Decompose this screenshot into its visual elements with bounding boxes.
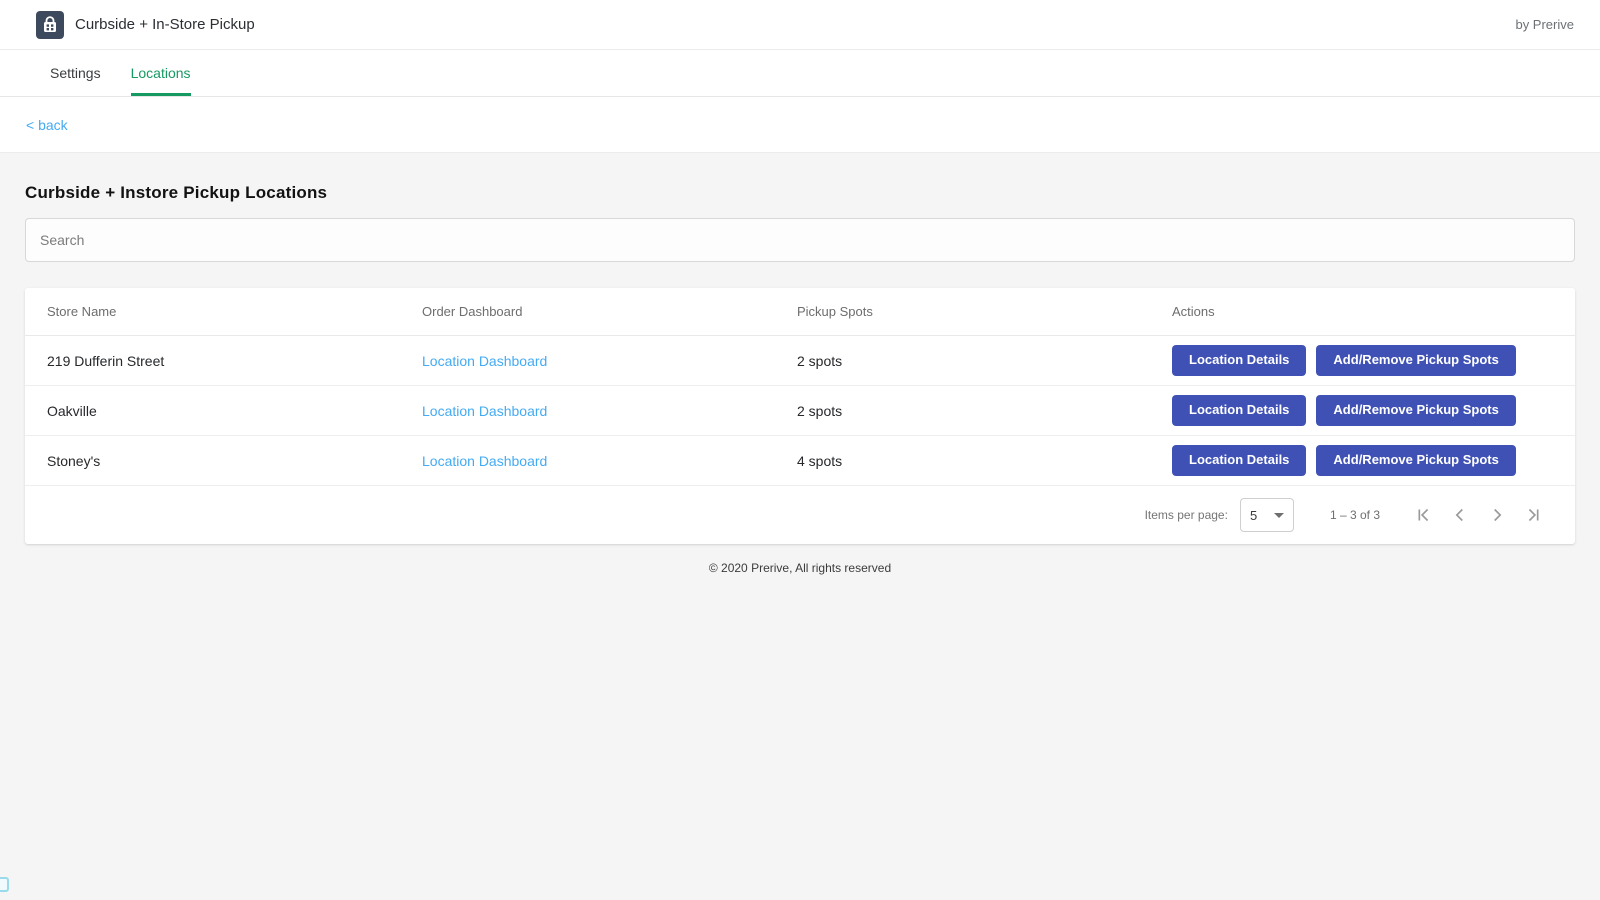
actions-cell: Location Details Add/Remove Pickup Spots: [1172, 445, 1553, 476]
column-header-actions: Actions: [1172, 304, 1215, 319]
app-identity: Curbside + In-Store Pickup: [36, 10, 255, 39]
main-content: Curbside + Instore Pickup Locations Stor…: [0, 183, 1600, 575]
column-header-order-dashboard: Order Dashboard: [422, 304, 523, 319]
store-name-cell: Stoney's: [47, 452, 101, 469]
items-per-page-label: Items per page:: [1144, 508, 1228, 522]
pickup-spots-cell: 4 spots: [797, 452, 843, 469]
location-dashboard-link[interactable]: Location Dashboard: [422, 453, 547, 469]
page-navigation: [1406, 498, 1551, 532]
location-dashboard-link[interactable]: Location Dashboard: [422, 403, 547, 419]
first-page-button[interactable]: [1406, 498, 1440, 532]
add-remove-pickup-spots-button[interactable]: Add/Remove Pickup Spots: [1316, 445, 1516, 476]
page-size-select[interactable]: 5: [1239, 498, 1294, 532]
location-details-button[interactable]: Location Details: [1172, 395, 1307, 426]
locations-table-card: Store Name Order Dashboard Pickup Spots …: [25, 288, 1575, 544]
caret-down-icon: [1273, 512, 1284, 518]
store-name-cell: 219 Dufferin Street: [47, 352, 165, 369]
page-title: Curbside + Instore Pickup Locations: [25, 183, 328, 202]
page-size-value: 5: [1249, 507, 1258, 523]
store-name-cell: Oakville: [47, 402, 97, 419]
back-link[interactable]: < back: [26, 117, 68, 133]
app-title: Curbside + In-Store Pickup: [75, 16, 255, 33]
tab-locations[interactable]: Locations: [130, 50, 191, 96]
copyright-text: © 2020 Prerive, All rights reserved: [708, 561, 892, 575]
search-input[interactable]: [25, 218, 1575, 262]
location-details-button[interactable]: Location Details: [1172, 345, 1307, 376]
table-header-row: Store Name Order Dashboard Pickup Spots …: [25, 288, 1575, 336]
previous-page-button[interactable]: [1443, 498, 1477, 532]
next-page-button[interactable]: [1480, 498, 1514, 532]
back-band: < back: [0, 97, 1600, 153]
chevron-right-icon: [1494, 508, 1502, 522]
shopping-bag-icon: [36, 10, 64, 39]
add-remove-pickup-spots-button[interactable]: Add/Remove Pickup Spots: [1316, 345, 1516, 376]
chat-widget-partial[interactable]: [0, 877, 9, 892]
paginator: Items per page: 5 1 – 3 of 3: [25, 486, 1575, 544]
pickup-spots-cell: 2 spots: [797, 402, 843, 419]
actions-cell: Location Details Add/Remove Pickup Spots: [1172, 395, 1553, 426]
actions-cell: Location Details Add/Remove Pickup Spots: [1172, 345, 1553, 376]
add-remove-pickup-spots-button[interactable]: Add/Remove Pickup Spots: [1316, 395, 1516, 426]
tab-settings[interactable]: Settings: [50, 50, 101, 96]
page-range-label: 1 – 3 of 3: [1329, 508, 1380, 522]
column-header-pickup-spots: Pickup Spots: [797, 304, 873, 319]
chevron-left-icon: [1455, 508, 1463, 522]
pickup-spots-cell: 2 spots: [797, 352, 843, 369]
first-page-icon: [1418, 508, 1429, 522]
app-header: Curbside + In-Store Pickup by Prerive: [0, 0, 1600, 50]
byline: by Prerive: [1515, 17, 1574, 32]
last-page-button[interactable]: [1517, 498, 1551, 532]
location-dashboard-link[interactable]: Location Dashboard: [422, 353, 547, 369]
table-row: 219 Dufferin Street Location Dashboard 2…: [25, 336, 1575, 386]
column-header-store-name: Store Name: [47, 304, 117, 319]
table-row: Oakville Location Dashboard 2 spots Loca…: [25, 386, 1575, 436]
table-row: Stoney's Location Dashboard 4 spots Loca…: [25, 436, 1575, 486]
location-details-button[interactable]: Location Details: [1172, 445, 1307, 476]
last-page-icon: [1528, 508, 1539, 522]
tab-bar: Settings Locations: [0, 50, 1600, 97]
